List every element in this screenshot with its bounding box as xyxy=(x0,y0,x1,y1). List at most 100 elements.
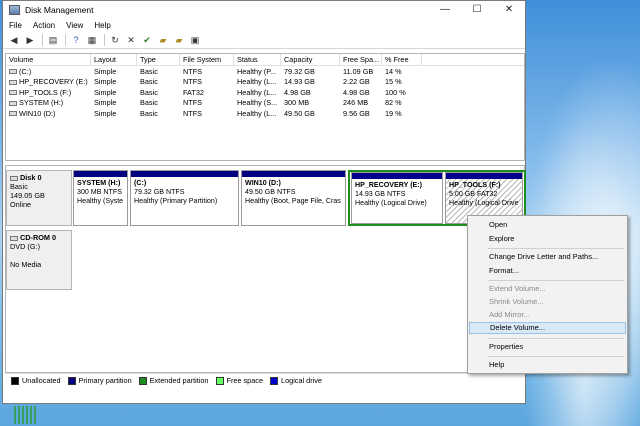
forward-arrow-icon[interactable]: ▶ xyxy=(23,34,37,47)
toolbar-separator xyxy=(65,34,66,46)
refresh-icon[interactable]: ↻ xyxy=(108,34,122,47)
partition-status: Healthy (Logical Drive xyxy=(449,199,519,207)
legend-swatch xyxy=(270,376,279,385)
drive-icon xyxy=(9,90,17,96)
check-icon[interactable]: ✔ xyxy=(140,34,154,47)
menu-extend-volume: Extend Volume... xyxy=(489,284,546,293)
menu-action[interactable]: Action xyxy=(33,21,55,30)
search-folder-icon[interactable]: ▰ xyxy=(172,34,186,47)
menu-delete-volume[interactable]: Delete Volume... xyxy=(469,322,626,334)
table-cell: Basic xyxy=(140,77,158,87)
table-cell: 2.22 GB xyxy=(343,77,370,87)
partition-hp-recovery[interactable]: HP_RECOVERY (E:) 14.93 GB NTFS Healthy (Lo… xyxy=(351,172,443,224)
toolbar: ◀ ▶ ▤ ? ▦ ↻ ✕ ✔ ▰ ▰ ▣ xyxy=(3,32,525,49)
legend-swatch xyxy=(11,376,19,385)
table-row[interactable]: WIN10 (D:) Simple Basic NTFS Healthy (L... 49… xyxy=(6,108,524,119)
column-header[interactable]: Status xyxy=(234,54,281,66)
table-cell: Simple xyxy=(94,66,117,76)
view-icon[interactable]: ▣ xyxy=(188,34,202,47)
cdrom-name: CD-ROM 0 xyxy=(20,233,57,242)
volume-name-cell: HP_RECOVERY (E:) xyxy=(6,77,91,86)
table-cell: 49.50 GB xyxy=(284,108,315,118)
volume-name: WIN10 (D:) xyxy=(19,108,56,118)
legend-label: Unallocated xyxy=(22,376,61,385)
drive-icon xyxy=(9,69,17,75)
minimize-button[interactable]: — xyxy=(429,1,461,18)
volume-name-cell: HP_TOOLS (F:) xyxy=(6,88,91,97)
partition-status: Healthy (Boot, Page File, Cras xyxy=(245,197,341,205)
menu-open[interactable]: Open xyxy=(469,219,626,231)
table-header: Volume Layout Type File System Status Ca… xyxy=(6,54,524,66)
close-button[interactable]: ✕ xyxy=(493,1,525,18)
column-header[interactable]: Free Spa... xyxy=(340,54,382,66)
taskbar-tray-icon[interactable] xyxy=(14,406,38,424)
menu-separator xyxy=(488,338,624,339)
volume-name: HP_TOOLS (F:) xyxy=(19,87,72,97)
delete-icon[interactable]: ✕ xyxy=(124,34,138,47)
table-cell: NTFS xyxy=(183,66,203,76)
menu-explore[interactable]: Explore xyxy=(469,233,626,245)
table-cell: NTFS xyxy=(183,98,203,108)
menu-help-item[interactable]: Help xyxy=(469,359,626,371)
column-header[interactable]: Capacity xyxy=(281,54,340,66)
legend-swatch xyxy=(215,376,224,385)
column-header[interactable]: % Free xyxy=(382,54,422,66)
partition-size: 79.32 GB NTFS xyxy=(134,188,185,196)
disk-0-label[interactable]: Disk 0 Basic 149.05 GB Online xyxy=(6,170,72,226)
volume-name: (C:) xyxy=(19,66,32,76)
partition-size: 5.00 GB FAT32 xyxy=(449,190,498,198)
table-cell: Simple xyxy=(94,98,117,108)
partition-name: HP_RECOVERY (E:) xyxy=(355,181,423,189)
menu-format[interactable]: Format... xyxy=(469,265,626,277)
menu-file[interactable]: File xyxy=(9,21,22,30)
partition-size: 300 MB NTFS xyxy=(77,188,122,196)
table-cell: Simple xyxy=(94,77,117,87)
back-arrow-icon[interactable]: ◀ xyxy=(7,34,21,47)
disk-icon xyxy=(10,175,18,181)
legend-swatch xyxy=(67,376,76,385)
column-header[interactable]: File System xyxy=(180,54,234,66)
window-title: Disk Management xyxy=(25,4,94,15)
partition-strip: SYSTEM (H:) 300 MB NTFS Healthy (Syste (C:… xyxy=(73,170,526,226)
volume-name-cell: (C:) xyxy=(6,67,91,76)
menu-properties[interactable]: Properties xyxy=(469,341,626,353)
table-cell: 100 % xyxy=(385,87,406,97)
table-cell: NTFS xyxy=(183,108,203,118)
column-header[interactable]: Type xyxy=(137,54,180,66)
table-cell: Healthy (L... xyxy=(237,108,277,118)
menu-help[interactable]: Help xyxy=(94,21,110,30)
table-row[interactable]: SYSTEM (H:) Simple Basic NTFS Healthy (S... 3… xyxy=(6,98,524,109)
properties-icon[interactable]: ▦ xyxy=(85,34,99,47)
menu-separator xyxy=(488,280,624,281)
maximize-button[interactable]: ☐ xyxy=(461,1,493,18)
cdrom-label[interactable]: CD-ROM 0 DVD (G:) No Media xyxy=(6,230,72,290)
table-cell: 19 % xyxy=(385,108,402,118)
table-cell: 300 MB xyxy=(284,98,310,108)
table-cell: 246 MB xyxy=(343,98,369,108)
partition-size: 49.50 GB NTFS xyxy=(245,188,296,196)
volume-name-cell: WIN10 (D:) xyxy=(6,109,91,118)
drive-icon xyxy=(9,79,17,85)
table-cell: 4.98 GB xyxy=(343,87,370,97)
legend-label: Primary partition xyxy=(78,376,132,385)
help-icon[interactable]: ? xyxy=(69,34,83,47)
open-folder-icon[interactable]: ▰ xyxy=(156,34,170,47)
table-cell: Basic xyxy=(140,108,158,118)
menu-view[interactable]: View xyxy=(66,21,83,30)
column-header[interactable]: Layout xyxy=(91,54,137,66)
table-cell: Simple xyxy=(94,108,117,118)
partition-win10[interactable]: WIN10 (D:) 49.50 GB NTFS Healthy (Boot, Pa… xyxy=(241,170,346,226)
partition-c[interactable]: (C:) 79.32 GB NTFS Healthy (Primary Partit… xyxy=(130,170,239,226)
table-row[interactable]: HP_TOOLS (F:) Simple Basic FAT32 Healthy (L.… xyxy=(6,87,524,98)
table-row[interactable]: (C:) Simple Basic NTFS Healthy (P... 79.32 GB… xyxy=(6,66,524,77)
table-cell: Healthy (P... xyxy=(237,66,277,76)
console-tree-icon[interactable]: ▤ xyxy=(46,34,60,47)
disk-name: Disk 0 xyxy=(20,173,42,182)
menu-change-drive-letter[interactable]: Change Drive Letter and Paths... xyxy=(469,251,626,263)
partition-system[interactable]: SYSTEM (H:) 300 MB NTFS Healthy (Syste xyxy=(73,170,128,226)
context-menu: Open Explore Change Drive Letter and Pat… xyxy=(467,215,628,374)
table-cell: NTFS xyxy=(183,77,203,87)
table-row[interactable]: HP_RECOVERY (E:) Simple Basic NTFS Healthy (… xyxy=(6,77,524,88)
column-header[interactable]: Volume xyxy=(6,54,91,66)
legend-item: Unallocated xyxy=(11,376,61,385)
